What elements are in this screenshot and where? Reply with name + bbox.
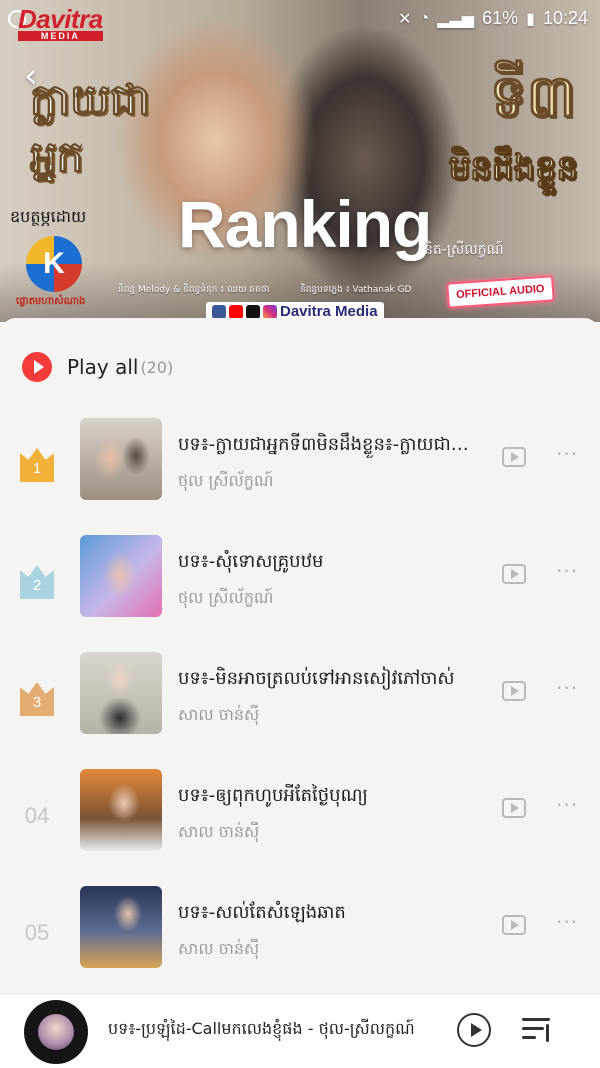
track-row[interactable]: 04 បទ៖-ឲ្យពុកហូបអីតែថ្ងៃបុណ្យ សាល ចាន់ស៊… [0, 769, 600, 869]
ranking-list-sheet: Play all (20) 1 បទ៖-ក្លាយជាអ្នកទី៣មិនដឹង… [0, 318, 600, 993]
banner-khmer-left: ក្លាយជាអ្នក [30, 74, 151, 181]
sponsor-caption: ផ្លោតមហាសំណាង [16, 296, 86, 307]
rank-crown-bronze-icon: 3 [20, 682, 54, 716]
banner-khmer-right: ទី៣ [489, 62, 576, 131]
credit-left: និពន្ធ Melody & និពន្ធទំនុក ៖ ឈយ ឆតថា [118, 285, 270, 295]
track-artist: ថុល ស្រីល័ក្ខណ៍ [178, 588, 274, 607]
sponsor-logo: K [26, 236, 82, 292]
video-play-icon[interactable] [502, 798, 526, 818]
rank-number: 04 [24, 803, 50, 828]
cellular-signal-icon: ▂▃▅ [437, 10, 475, 28]
tiktok-icon [246, 304, 260, 319]
header-banner: Davitra MEDIA ✕ ◔ ▂▃▅ 61% ▮ 10:24 ‹ ក្លាយ… [0, 0, 600, 322]
play-circle-icon[interactable] [457, 1013, 491, 1047]
instagram-icon [263, 304, 277, 319]
track-thumbnail [80, 535, 162, 617]
track-row[interactable]: 3 បទ៖-មិនអាចត្រលប់ទៅអានសៀវភៅចាស់ សាល ចាន… [0, 652, 600, 752]
battery-percent: 61% [482, 8, 519, 28]
more-options-icon[interactable]: ··· [556, 678, 578, 698]
more-options-icon[interactable]: ··· [556, 561, 578, 581]
brand-name: Davitra [18, 4, 103, 34]
track-artist: ថុល ស្រីល័ក្ខណ៍ [178, 471, 274, 490]
youtube-icon [229, 304, 243, 319]
video-play-icon[interactable] [502, 447, 526, 467]
play-all-button[interactable]: Play all (20) [22, 352, 173, 382]
track-title: បទ៖-មិនអាចត្រលប់ទៅអានសៀវភៅចាស់ [178, 668, 455, 689]
play-circle-icon [22, 352, 52, 382]
play-all-label: Play all [67, 355, 139, 379]
credit-right: និពន្ធបទភ្លេង ៖ Vathanak GD [300, 285, 412, 295]
singer-credit: និត-ស្រីលក្ខណ៍ [424, 242, 504, 258]
rank-number: 05 [24, 920, 50, 945]
clock: 10:24 [542, 8, 588, 28]
track-thumbnail [80, 886, 162, 968]
track-title: បទ៖-ឲ្យពុកហូបអីតែថ្ងៃបុណ្យ [178, 785, 368, 806]
track-thumbnail [80, 652, 162, 734]
status-bar: ✕ ◔ ▂▃▅ 61% ▮ 10:24 [398, 8, 588, 29]
track-artist: សាល ចាន់ស៊ី [178, 939, 260, 958]
brand-logo: Davitra MEDIA [18, 4, 103, 41]
banner-khmer-right-small: មិនដឹងខ្លួន [448, 148, 578, 189]
video-play-icon[interactable] [502, 681, 526, 701]
track-row[interactable]: 2 បទ៖-សុំទោសគ្រូបឋម ថុល ស្រីល័ក្ខណ៍ ··· [0, 535, 600, 635]
track-row[interactable]: 1 បទ៖-ក្លាយជាអ្នកទី៣មិនដឹងខ្លួន៖-ក្លាយជា… [0, 418, 600, 518]
track-artist: សាល ចាន់ស៊ី [178, 705, 260, 724]
page-title: Ranking [178, 187, 432, 261]
rank-crown-gold-icon: 1 [20, 448, 54, 482]
track-title: បទ៖-សល់តែសំឡេងឆាត [178, 902, 346, 923]
more-options-icon[interactable]: ··· [556, 795, 578, 815]
track-row[interactable]: 05 បទ៖-សល់តែសំឡេងឆាត សាល ចាន់ស៊ី ··· [0, 886, 600, 986]
video-play-icon[interactable] [502, 564, 526, 584]
facebook-icon [212, 304, 226, 319]
track-thumbnail [80, 769, 162, 851]
sponsor-label: ឧបត្ថម្ភដោយ [10, 207, 87, 226]
wifi-icon: ◔ [419, 9, 430, 27]
track-title: បទ៖-សុំទោសគ្រូបឋម [178, 551, 324, 572]
rank-crown-silver-icon: 2 [20, 565, 54, 599]
mini-player[interactable]: បទ៖-ប្រឡុំដៃ-Callមកលេងខ្ញុំផង - ថុល-ស្រី… [0, 993, 600, 1068]
play-all-count: (20) [140, 357, 174, 377]
mute-icon: ✕ [398, 10, 412, 28]
more-options-icon[interactable]: ··· [556, 444, 578, 464]
video-play-icon[interactable] [502, 915, 526, 935]
playlist-icon[interactable] [522, 1016, 556, 1046]
track-thumbnail [80, 418, 162, 500]
now-playing-artwork [38, 1014, 74, 1050]
now-playing-title: បទ៖-ប្រឡុំដៃ-Callមកលេងខ្ញុំផង - ថុល-ស្រី… [108, 1019, 415, 1038]
track-artist: សាល ចាន់ស៊ី [178, 822, 260, 841]
more-options-icon[interactable]: ··· [556, 912, 578, 932]
battery-icon: ▮ [526, 10, 535, 28]
track-title: បទ៖-ក្លាយជាអ្នកទី៣មិនដឹងខ្លួន៖-ក្លាយជាអ្… [178, 434, 478, 455]
now-playing-disc[interactable] [24, 1000, 88, 1064]
